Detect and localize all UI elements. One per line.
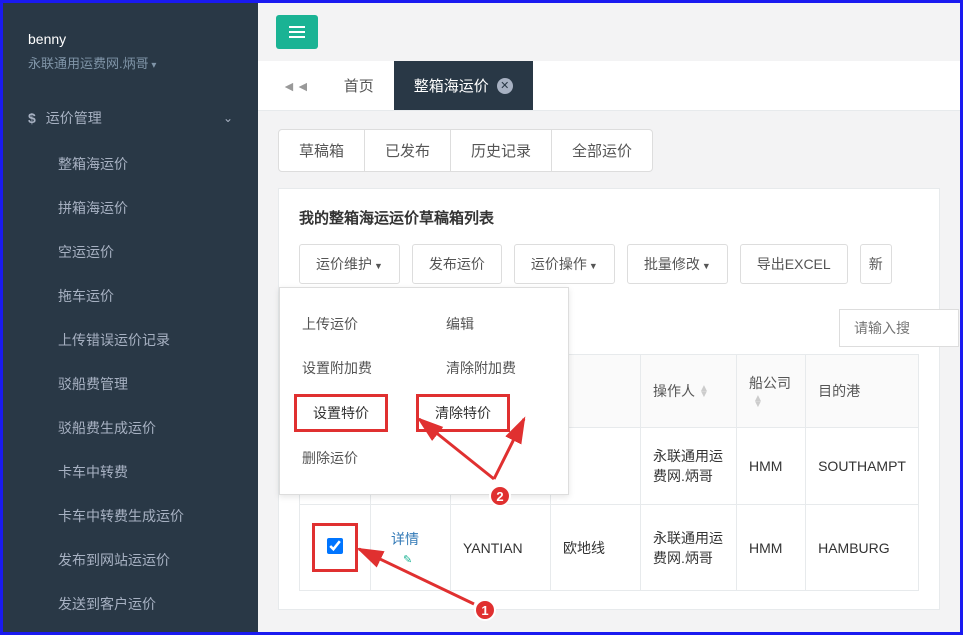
- operate-dropdown: 上传运价 编辑 设置附加费 清除附加费 设置特价 清除特价 删除运价: [279, 287, 569, 495]
- publish-button[interactable]: 发布运价: [412, 244, 502, 284]
- table-row: 详情 ✎ YANTIAN 欧地线 永联通用运费网.炳哥 HMM HAMBURG: [300, 505, 919, 591]
- subtabs: 草稿箱 已发布 历史记录 全部运价: [278, 129, 940, 172]
- hamburger-button[interactable]: [276, 15, 318, 49]
- caret-down-icon: ▼: [374, 261, 383, 271]
- submenu-item[interactable]: 驳船费管理: [3, 362, 258, 406]
- cell-operator: 永联通用运费网.炳哥: [641, 428, 737, 505]
- toolbar: 运价维护▼ 发布运价 运价操作▼ 批量修改▼ 导出EXCEL 新: [299, 244, 919, 284]
- submenu-item[interactable]: 整箱海运价: [3, 142, 258, 186]
- submenu-item[interactable]: 拼箱海运价: [3, 186, 258, 230]
- submenu: 整箱海运价 拼箱海运价 空运运价 拖车运价 上传错误运价记录 驳船费管理 驳船费…: [3, 142, 258, 626]
- caret-down-icon: ▼: [589, 261, 598, 271]
- dropdown-edit[interactable]: 编辑: [424, 302, 568, 346]
- batch-button[interactable]: 批量修改▼: [627, 244, 728, 284]
- submenu-item[interactable]: 拖车运价: [3, 274, 258, 318]
- dropdown-clear-special[interactable]: 清除特价: [416, 394, 510, 432]
- submenu-item[interactable]: 卡车中转费: [3, 450, 258, 494]
- content: 草稿箱 已发布 历史记录 全部运价 我的整箱海运运价草稿箱列表 运价维护▼ 发布…: [258, 111, 960, 632]
- subtab-published[interactable]: 已发布: [364, 129, 451, 172]
- panel-title: 我的整箱海运运价草稿箱列表: [299, 207, 919, 228]
- th-label: 操作人: [653, 383, 695, 399]
- caret-down-icon: ▼: [702, 261, 711, 271]
- submenu-item[interactable]: 发布到网站运运价: [3, 538, 258, 582]
- col-carrier[interactable]: 船公司 ▲▼: [737, 355, 806, 428]
- submenu-item[interactable]: 上传错误运价记录: [3, 318, 258, 362]
- dropdown-set-surcharge[interactable]: 设置附加费: [280, 346, 424, 390]
- col-dest[interactable]: 目的港: [806, 355, 919, 428]
- submenu-item[interactable]: 卡车中转费生成运价: [3, 494, 258, 538]
- dropdown-upload[interactable]: 上传运价: [280, 302, 424, 346]
- menu-section-label: 运价管理: [46, 108, 102, 128]
- search-input[interactable]: [839, 309, 959, 347]
- annotation-badge-1: 1: [474, 599, 496, 621]
- sidebar: benny 永联通用运费网.炳哥 $ 运价管理 ⌄ 整箱海运价 拼箱海运价 空运…: [3, 3, 258, 632]
- operate-button[interactable]: 运价操作▼: [514, 244, 615, 284]
- subtab-history[interactable]: 历史记录: [450, 129, 552, 172]
- dropdown-clear-surcharge[interactable]: 清除附加费: [424, 346, 568, 390]
- details-link[interactable]: 详情: [391, 529, 419, 549]
- topbar: [258, 3, 960, 61]
- tab-fcl-price[interactable]: 整箱海运价 ✕: [394, 61, 533, 110]
- edit-icon[interactable]: ✎: [403, 553, 438, 566]
- cell-carrier: HMM: [737, 505, 806, 591]
- dropdown-set-special[interactable]: 设置特价: [294, 394, 388, 432]
- col-operator[interactable]: 操作人 ▲▼: [641, 355, 737, 428]
- user-org-dropdown[interactable]: 永联通用运费网.炳哥: [28, 53, 233, 72]
- submenu-item[interactable]: 发送到客户运价: [3, 582, 258, 626]
- tabbar-back-button[interactable]: ◄◄: [268, 66, 324, 106]
- row-checkbox[interactable]: [327, 538, 343, 554]
- dollar-icon: $: [28, 110, 36, 126]
- btn-label: 运价维护: [316, 256, 372, 272]
- hamburger-icon: [289, 31, 305, 33]
- subtab-all[interactable]: 全部运价: [551, 129, 653, 172]
- tabbar: ◄◄ 首页 整箱海运价 ✕: [258, 61, 960, 111]
- cell-port: YANTIAN: [451, 505, 551, 591]
- annotation-badge-2: 2: [489, 485, 511, 507]
- tab-home[interactable]: 首页: [324, 61, 394, 110]
- dropdown-delete[interactable]: 删除运价: [280, 436, 568, 480]
- cell-operator: 永联通用运费网.炳哥: [641, 505, 737, 591]
- sort-icon: ▲▼: [699, 386, 709, 398]
- main-area: ◄◄ 首页 整箱海运价 ✕ 草稿箱 已发布 历史记录 全部运价 我的整箱海运运价…: [258, 3, 960, 632]
- chevron-down-icon: ⌄: [223, 111, 233, 125]
- menu-section-pricing[interactable]: $ 运价管理 ⌄: [3, 94, 258, 142]
- sidebar-header: benny 永联通用运费网.炳哥: [3, 3, 258, 94]
- cell-dest: SOUTHAMPT: [806, 428, 919, 505]
- export-button[interactable]: 导出EXCEL: [740, 244, 848, 284]
- subtab-draft[interactable]: 草稿箱: [278, 129, 365, 172]
- tab-label: 整箱海运价: [414, 75, 489, 96]
- th-label: 船公司: [749, 375, 791, 391]
- sort-icon: ▲▼: [753, 396, 763, 408]
- cell-dest: HAMBURG: [806, 505, 919, 591]
- cell-route: 欧地线: [551, 505, 641, 591]
- checkbox-highlight: [312, 523, 358, 572]
- user-name: benny: [28, 31, 233, 47]
- btn-label: 批量修改: [644, 256, 700, 272]
- submenu-item[interactable]: 驳船费生成运价: [3, 406, 258, 450]
- cell-carrier: HMM: [737, 428, 806, 505]
- btn-label: 运价操作: [531, 256, 587, 272]
- submenu-item[interactable]: 空运运价: [3, 230, 258, 274]
- more-button[interactable]: 新: [860, 244, 892, 284]
- panel: 我的整箱海运运价草稿箱列表 运价维护▼ 发布运价 运价操作▼ 批量修改▼ 导出E…: [278, 188, 940, 610]
- th-label: 目的港: [818, 383, 860, 399]
- maintain-button[interactable]: 运价维护▼: [299, 244, 400, 284]
- close-icon[interactable]: ✕: [497, 78, 513, 94]
